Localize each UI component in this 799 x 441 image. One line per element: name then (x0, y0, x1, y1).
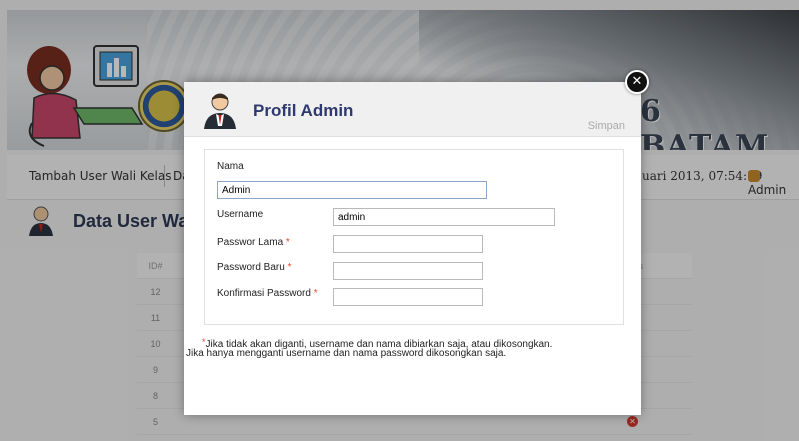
profil-admin-dialog: Profil Admin Simpan Nama Username Passwo… (184, 82, 641, 415)
help-note-2: Jika hanya mengganti username dan nama p… (186, 348, 507, 359)
password-lama-input[interactable] (333, 235, 483, 253)
password-baru-input[interactable] (333, 262, 483, 280)
close-icon[interactable]: ✕ (625, 70, 649, 94)
dialog-header: Profil Admin Simpan (184, 82, 641, 137)
password-baru-label: Password Baru * (217, 262, 292, 273)
username-input[interactable] (333, 208, 555, 226)
username-label: Username (217, 209, 264, 220)
nama-input[interactable] (217, 181, 487, 199)
admin-avatar-icon (204, 93, 236, 129)
save-button[interactable]: Simpan (588, 120, 625, 132)
profile-form: Nama Username Passwor Lama * Password Ba… (204, 149, 624, 325)
konfirmasi-password-label: Konfirmasi Password * (217, 288, 318, 299)
nama-label: Nama (217, 161, 244, 172)
dialog-title: Profil Admin (253, 101, 354, 120)
password-lama-label: Passwor Lama * (217, 237, 290, 248)
konfirmasi-password-input[interactable] (333, 288, 483, 306)
